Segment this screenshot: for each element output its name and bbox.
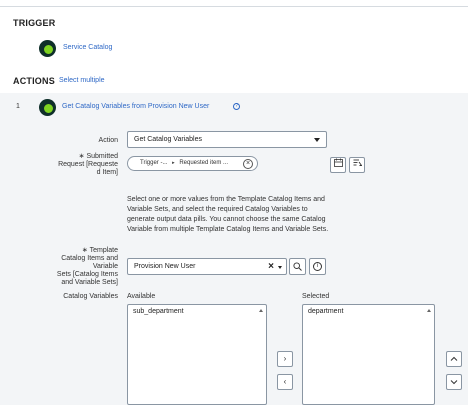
remove-selected-button[interactable]: ‹ [277,374,293,390]
clear-pill-icon[interactable]: × [243,159,253,169]
data-pill-part2: Requested item ... [179,160,229,166]
info-button[interactable]: i [309,258,326,275]
info-icon: i [313,262,322,271]
scroll-up-icon[interactable] [259,309,263,312]
template-catalog-items-label: ∗ Template Catalog Items and Variable Se… [56,247,118,286]
lookup-search-button[interactable] [289,258,306,275]
scroll-up-icon[interactable] [427,309,431,312]
list-item[interactable]: sub_department [133,308,261,315]
action-select-value: Get Catalog Variables [134,136,202,143]
move-up-button[interactable] [446,351,462,367]
breadcrumb-arrow-icon: ▸ [172,160,175,166]
action-title-link[interactable]: Get Catalog Variables from Provision New… [62,103,209,110]
chevron-down-icon [450,380,458,385]
data-pill[interactable]: Trigger -... ▸ Requested item ... × [127,156,258,171]
add-selected-button[interactable]: › [277,351,293,367]
flow-step-icon [39,99,56,116]
chevron-up-icon [450,356,458,361]
search-icon [293,262,302,271]
list-filter-icon [353,159,362,166]
trigger-service-catalog-link[interactable]: Service Catalog [63,44,112,51]
actions-heading: ACTIONS [13,76,55,86]
calendar-icon [333,158,343,167]
template-value: Provision New User [134,263,196,270]
data-pill-part1: Trigger -... [140,160,168,166]
action-index: 1 [16,103,20,110]
toggle-script-button[interactable] [349,157,365,173]
available-list[interactable]: sub_department [127,304,267,405]
available-heading: Available [127,293,156,300]
clear-icon[interactable]: × [268,261,274,272]
catalog-variables-label: Catalog Variables [63,293,118,300]
action-field-label: Action [98,137,118,144]
flow-step-icon [39,40,56,57]
selected-list[interactable]: department [302,304,435,405]
top-divider [0,6,468,7]
list-item[interactable]: department [308,308,429,315]
template-catalog-items-field[interactable]: Provision New User × [127,258,287,275]
chevron-right-icon: › [283,354,287,363]
selected-heading: Selected [302,293,330,300]
action-select[interactable]: Get Catalog Variables [127,131,327,148]
help-text: Select one or more values from the Templ… [127,196,329,233]
trigger-heading: TRIGGER [13,18,56,28]
pill-picker-button[interactable] [330,157,346,173]
move-down-button[interactable] [446,374,462,390]
chevron-left-icon: ‹ [283,377,287,386]
chevron-down-icon[interactable] [278,266,282,269]
info-icon[interactable]: ? [233,103,240,110]
chevron-down-icon [314,138,320,142]
submitted-request-label: ∗ Submitted Request [Requeste d Item] [58,153,118,176]
select-multiple-link[interactable]: Select multiple [59,77,105,84]
